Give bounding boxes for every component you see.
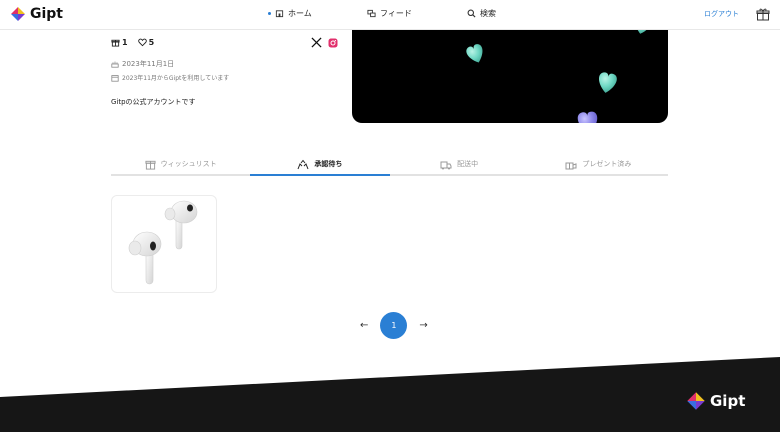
- tab-pending-label: 承認待ち: [314, 160, 343, 168]
- earbud-left: [128, 231, 162, 285]
- cake-icon: [111, 61, 119, 68]
- heart-purple-1: [577, 111, 598, 123]
- top-header: Gipt ホーム フィード 検索 ログアウト: [0, 0, 780, 30]
- prev-page-arrow[interactable]: ←: [360, 320, 368, 331]
- heart-icon: [137, 38, 147, 47]
- social-links: [311, 37, 338, 48]
- joined-text: 2023年11月からGiptを利用しています: [122, 75, 230, 82]
- gipt-logo-icon: [687, 392, 705, 410]
- nav-home[interactable]: ホーム: [268, 8, 312, 19]
- hands-icon: [297, 159, 309, 169]
- joined-row: 2023年11月からGiptを利用しています: [111, 73, 229, 82]
- profile-stats: 1 5: [111, 38, 154, 47]
- delivery-icon: [440, 161, 452, 169]
- nav-search[interactable]: 検索: [467, 8, 496, 19]
- tab-shipping-label: 配送中: [457, 160, 479, 168]
- gift-icon: [111, 39, 120, 47]
- earbud-right: [164, 200, 198, 250]
- gipt-logo-icon: [11, 7, 25, 21]
- active-dot: [268, 12, 271, 15]
- nav-feed-label: フィード: [380, 9, 412, 18]
- heart-teal-1: [466, 44, 483, 63]
- pagination: ← 1 →: [360, 312, 428, 339]
- likes-count-value: 5: [148, 38, 155, 47]
- gift-count[interactable]: 1: [111, 38, 128, 47]
- footer-logo-text: Gipt: [710, 392, 746, 410]
- tab-wishlist[interactable]: ウィッシュリスト: [111, 154, 250, 174]
- tab-wishlist-label: ウィッシュリスト: [160, 160, 217, 168]
- gift-box-icon: [145, 160, 156, 170]
- feed-icon: [367, 9, 376, 18]
- logo-text: Gipt: [30, 6, 64, 22]
- earbuds-image: [128, 200, 198, 285]
- heart-teal-2: [599, 72, 617, 93]
- footer-background: [0, 357, 780, 432]
- nav-home-label: ホーム: [288, 9, 312, 18]
- page-1-button[interactable]: 1: [380, 312, 408, 339]
- tab-presented-label: プレゼント済み: [582, 160, 632, 168]
- gipt-logo[interactable]: Gipt: [10, 6, 63, 22]
- footer-logo[interactable]: Gipt: [686, 391, 745, 411]
- product-card[interactable]: [111, 195, 217, 293]
- home-icon: [275, 10, 284, 18]
- birthday-text: 2023年11月1日: [122, 60, 175, 68]
- gift-count-value: 1: [122, 38, 128, 47]
- present-icon: [565, 162, 577, 169]
- x-icon[interactable]: [311, 37, 322, 48]
- nav-feed[interactable]: フィード: [367, 8, 412, 19]
- instagram-icon[interactable]: [328, 38, 338, 48]
- tab-pending[interactable]: 承認待ち: [250, 154, 390, 176]
- tab-presented[interactable]: プレゼント済み: [529, 154, 668, 174]
- next-page-arrow[interactable]: →: [419, 320, 427, 331]
- tab-shipping[interactable]: 配送中: [390, 154, 529, 174]
- search-icon: [467, 9, 476, 18]
- birthday-row: 2023年11月1日: [111, 59, 174, 69]
- calendar-icon: [111, 74, 119, 82]
- gift-icon[interactable]: [756, 8, 770, 21]
- nav-search-label: 検索: [480, 9, 496, 18]
- logout-link[interactable]: ログアウト: [704, 9, 739, 19]
- profile-bio: Gitpの公式アカウントです: [111, 98, 196, 106]
- likes-count[interactable]: 5: [137, 38, 155, 47]
- wishlist-tabs: ウィッシュリスト 承認待ち 配送中 プレゼント済み: [111, 154, 668, 176]
